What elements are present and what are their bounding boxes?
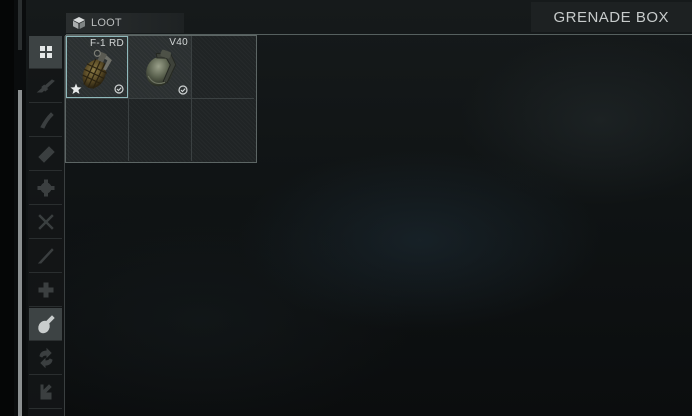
item-name: F-1 RD (89, 38, 124, 49)
grid-cell[interactable] (192, 36, 254, 99)
barter-icon (40, 384, 52, 400)
filter-magazines-button[interactable] (29, 104, 62, 137)
medical-cross-icon (38, 282, 53, 298)
filter-sidebar (28, 36, 65, 416)
grenade-icon (37, 315, 55, 334)
filter-melee-button[interactable] (29, 240, 62, 273)
rifle-icon (36, 79, 55, 93)
filter-all-button[interactable] (29, 36, 62, 69)
grid-cell[interactable] (192, 99, 254, 161)
scrollbar-top-segment (18, 0, 22, 50)
container-grid: F-1 RD V40 (65, 35, 257, 163)
filter-medical-button[interactable] (29, 274, 62, 307)
grid-cell[interactable] (129, 99, 192, 161)
filter-barter-button[interactable] (29, 376, 62, 409)
loot-label: LOOT (91, 17, 122, 29)
grid-icon (39, 46, 52, 58)
examined-check-icon (178, 85, 188, 95)
filter-grenades-button[interactable] (29, 308, 62, 341)
swap-icon (38, 347, 53, 369)
grid-cell[interactable] (66, 99, 129, 161)
crossed-tools-icon (37, 214, 54, 230)
scrollbar-thumb[interactable] (18, 90, 22, 416)
gear-icon (37, 179, 54, 197)
loot-tab[interactable]: LOOT (66, 13, 184, 33)
filter-containers-button[interactable] (29, 342, 62, 375)
examined-check-icon (114, 84, 124, 94)
container-title: GRENADE BOX (553, 8, 669, 26)
magazine-icon (39, 112, 54, 129)
container-title-panel: GRENADE BOX (531, 2, 692, 32)
item-name: V40 (169, 37, 188, 48)
filter-gear-button[interactable] (29, 172, 62, 205)
filter-weapons-button[interactable] (29, 70, 62, 103)
favorite-star-icon (70, 83, 82, 94)
screen-edge (0, 0, 14, 416)
filter-ammo-button[interactable] (29, 138, 62, 171)
knife-icon (37, 248, 54, 264)
item-f1-grenade[interactable]: F-1 RD (66, 36, 128, 98)
filter-mods-button[interactable] (29, 206, 62, 239)
ammo-icon (37, 146, 55, 163)
cube-icon (73, 17, 85, 29)
item-v40-grenade[interactable]: V40 (129, 36, 191, 98)
